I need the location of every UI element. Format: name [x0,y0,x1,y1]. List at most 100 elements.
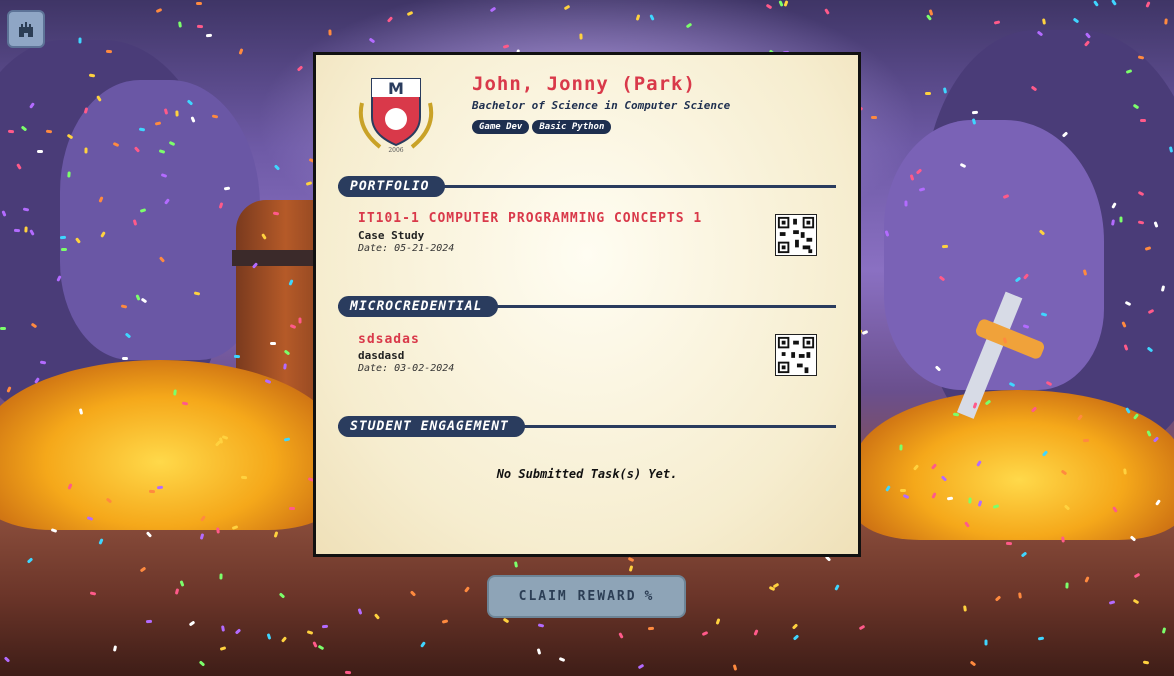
student-record-card: M 2006 John, Jonny (Park) Bachelor of Sc… [313,52,861,557]
confetti-piece [1072,17,1080,24]
svg-text:M: M [388,79,404,98]
castle-icon [19,22,33,37]
castle-icon-button[interactable] [7,10,45,48]
confetti-piece [783,0,789,7]
confetti-piece [1005,541,1012,546]
portfolio-section-header: PORTFOLIO [338,176,836,198]
confetti-piece [900,489,907,493]
confetti-piece [489,6,496,13]
confetti-piece [78,37,82,44]
confetti-piece [765,3,773,10]
confetti-piece [328,29,332,36]
confetti-piece [993,20,1001,25]
confetti-piece [649,14,655,22]
microcredential-heading: MICROCREDENTIAL [338,296,499,317]
confetti-piece [234,354,241,358]
confetti-piece [138,127,145,132]
confetti-piece [1065,582,1069,589]
confetti-piece [283,437,290,442]
confetti-piece [282,363,287,370]
confetti-piece [926,14,933,22]
confetti-piece [273,211,280,216]
confetti-piece [145,619,153,624]
confetti-piece [156,7,163,13]
confetti-piece [406,11,414,17]
microcredential-item-type: dasdasd [358,349,405,362]
confetti-piece [178,20,183,28]
claim-reward-label: CLAIM REWARD [518,589,637,604]
confetti-piece [943,86,948,94]
confetti-piece [0,327,7,331]
svg-text:2006: 2006 [388,147,403,153]
confetti-piece [952,412,960,417]
confetti-piece [296,64,304,72]
confetti-piece [88,73,96,78]
confetti-piece [1092,0,1099,7]
confetti-piece [223,186,230,191]
confetti-piece [502,44,510,49]
microcredential-section-header: MICROCREDENTIAL [338,296,836,318]
confetti-piece [288,506,295,511]
confetti-piece [1137,55,1145,60]
confetti-piece [195,1,202,6]
skill-tag: Basic Python [532,120,612,134]
confetti-piece [215,527,220,534]
confetti-piece [305,181,313,187]
confetti-piece [928,8,934,16]
confetti-piece [924,91,931,95]
confetti-piece [1122,468,1127,475]
confetti-piece [238,48,244,56]
claim-reward-button[interactable]: CLAIM REWARD % [487,575,686,618]
confetti-piece [298,317,302,324]
degree-program: Bachelor of Science in Computer Science [472,99,731,112]
confetti-piece [197,24,204,29]
confetti-piece [946,496,953,501]
confetti-piece [824,7,831,15]
portfolio-item-date: Date: 05-21-2024 [358,243,455,254]
portfolio-item-title: IT101-1 COMPUTER PROGRAMMING CONCEPTS 1 [358,211,703,226]
qr-code-icon[interactable] [775,214,817,256]
confetti-piece [1118,216,1123,223]
portfolio-item-type: Case Study [358,229,425,242]
engagement-heading: STUDENT ENGAGEMENT [338,416,525,437]
qr-code-icon[interactable] [775,334,817,376]
confetti-piece [36,149,43,153]
microcredential-item-date: Date: 03-02-2024 [358,363,455,374]
confetti-piece [154,120,161,126]
confetti-piece [1145,1,1152,9]
confetti-piece [172,388,177,396]
skill-tags: Game Dev Basic Python [472,120,612,134]
confetti-piece [105,49,113,54]
student-name: John, Jonny (Park) [472,73,696,95]
confetti-piece [45,129,52,133]
gold-pile-right [854,390,1174,540]
confetti-piece [1164,18,1168,26]
confetti-piece [984,639,988,646]
university-crest-icon: M 2006 [358,78,434,153]
confetti-piece [240,475,248,480]
confetti-piece [579,33,583,40]
percent-icon: % [644,589,655,604]
confetti-piece [1041,18,1046,25]
engagement-section-header: STUDENT ENGAGEMENT [338,416,836,438]
gold-pile-left [0,360,340,530]
confetti-piece [962,604,967,612]
confetti-piece [212,114,219,119]
confetti-piece [13,228,20,232]
confetti-piece [635,14,641,22]
confetti-piece [78,408,83,415]
confetti-piece [778,0,784,7]
confetti-piece [274,163,281,171]
confetti-piece [967,497,972,505]
confetti-piece [1111,0,1118,7]
confetti-piece [120,304,128,309]
confetti-piece [206,33,213,37]
confetti-piece [386,16,393,24]
confetti-piece [1017,592,1022,599]
confetti-piece [148,489,155,493]
confetti-piece [344,670,351,675]
microcredential-item-title: sdsadas [358,332,420,347]
confetti-piece [904,200,908,207]
confetti-piece [175,110,179,118]
confetti-piece [60,247,67,252]
